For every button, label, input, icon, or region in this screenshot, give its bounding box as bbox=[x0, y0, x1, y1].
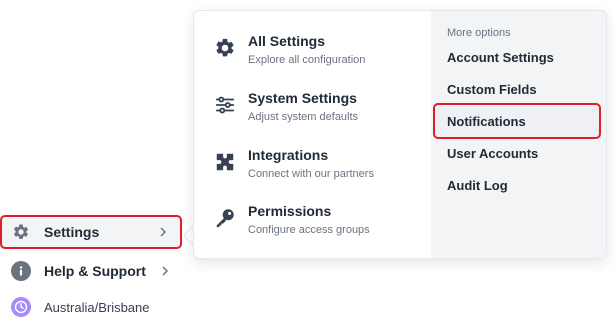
menu-item-title: All Settings bbox=[248, 33, 326, 49]
sidebar-item-timezone[interactable]: Australia/Brisbane bbox=[0, 290, 182, 324]
key-icon bbox=[216, 209, 234, 228]
gear-icon bbox=[216, 38, 234, 57]
menu-item-description: Explore all configuration bbox=[248, 54, 366, 66]
clock-icon bbox=[11, 297, 31, 317]
sidebar: Settings Help & Support Australia/Brisba… bbox=[0, 0, 190, 331]
menu-item-all-settings[interactable]: All Settings Explore all configuration bbox=[194, 31, 431, 79]
info-icon bbox=[11, 261, 31, 281]
flyout-main-column: All Settings Explore all configuration S… bbox=[194, 11, 431, 258]
menu-item-system-settings[interactable]: System Settings Adjust system defaults bbox=[194, 88, 431, 136]
settings-flyout-menu: All Settings Explore all configuration S… bbox=[193, 10, 607, 259]
more-item-user-accounts[interactable]: User Accounts bbox=[431, 138, 606, 168]
chevron-right-icon bbox=[160, 227, 167, 237]
puzzle-icon bbox=[216, 153, 234, 171]
menu-item-integrations[interactable]: Integrations Connect with our partners bbox=[194, 145, 431, 193]
more-options-panel: More options Account Settings Custom Fie… bbox=[431, 11, 606, 258]
more-options-heading: More options bbox=[447, 27, 511, 39]
more-item-notifications[interactable]: Notifications bbox=[433, 103, 601, 139]
more-item-custom-fields[interactable]: Custom Fields bbox=[431, 74, 606, 104]
more-item-account-settings[interactable]: Account Settings bbox=[431, 42, 606, 72]
menu-item-title: Integrations bbox=[248, 147, 329, 163]
menu-item-permissions[interactable]: Permissions Configure access groups bbox=[194, 201, 431, 249]
chevron-right-icon bbox=[162, 266, 169, 276]
sidebar-item-label: Australia/Brisbane bbox=[44, 299, 150, 315]
sidebar-item-help-support[interactable]: Help & Support bbox=[0, 254, 182, 288]
gear-icon bbox=[11, 222, 31, 242]
menu-item-description: Configure access groups bbox=[248, 224, 370, 236]
sidebar-item-label: Settings bbox=[44, 224, 100, 240]
sidebar-item-settings[interactable]: Settings bbox=[0, 215, 182, 249]
menu-item-title: Permissions bbox=[248, 203, 332, 219]
more-item-audit-log[interactable]: Audit Log bbox=[431, 170, 606, 200]
menu-item-description: Connect with our partners bbox=[248, 168, 374, 180]
sliders-icon bbox=[215, 96, 235, 114]
menu-item-description: Adjust system defaults bbox=[248, 111, 359, 123]
sidebar-item-label: Help & Support bbox=[44, 263, 146, 279]
menu-item-title: System Settings bbox=[248, 90, 357, 106]
